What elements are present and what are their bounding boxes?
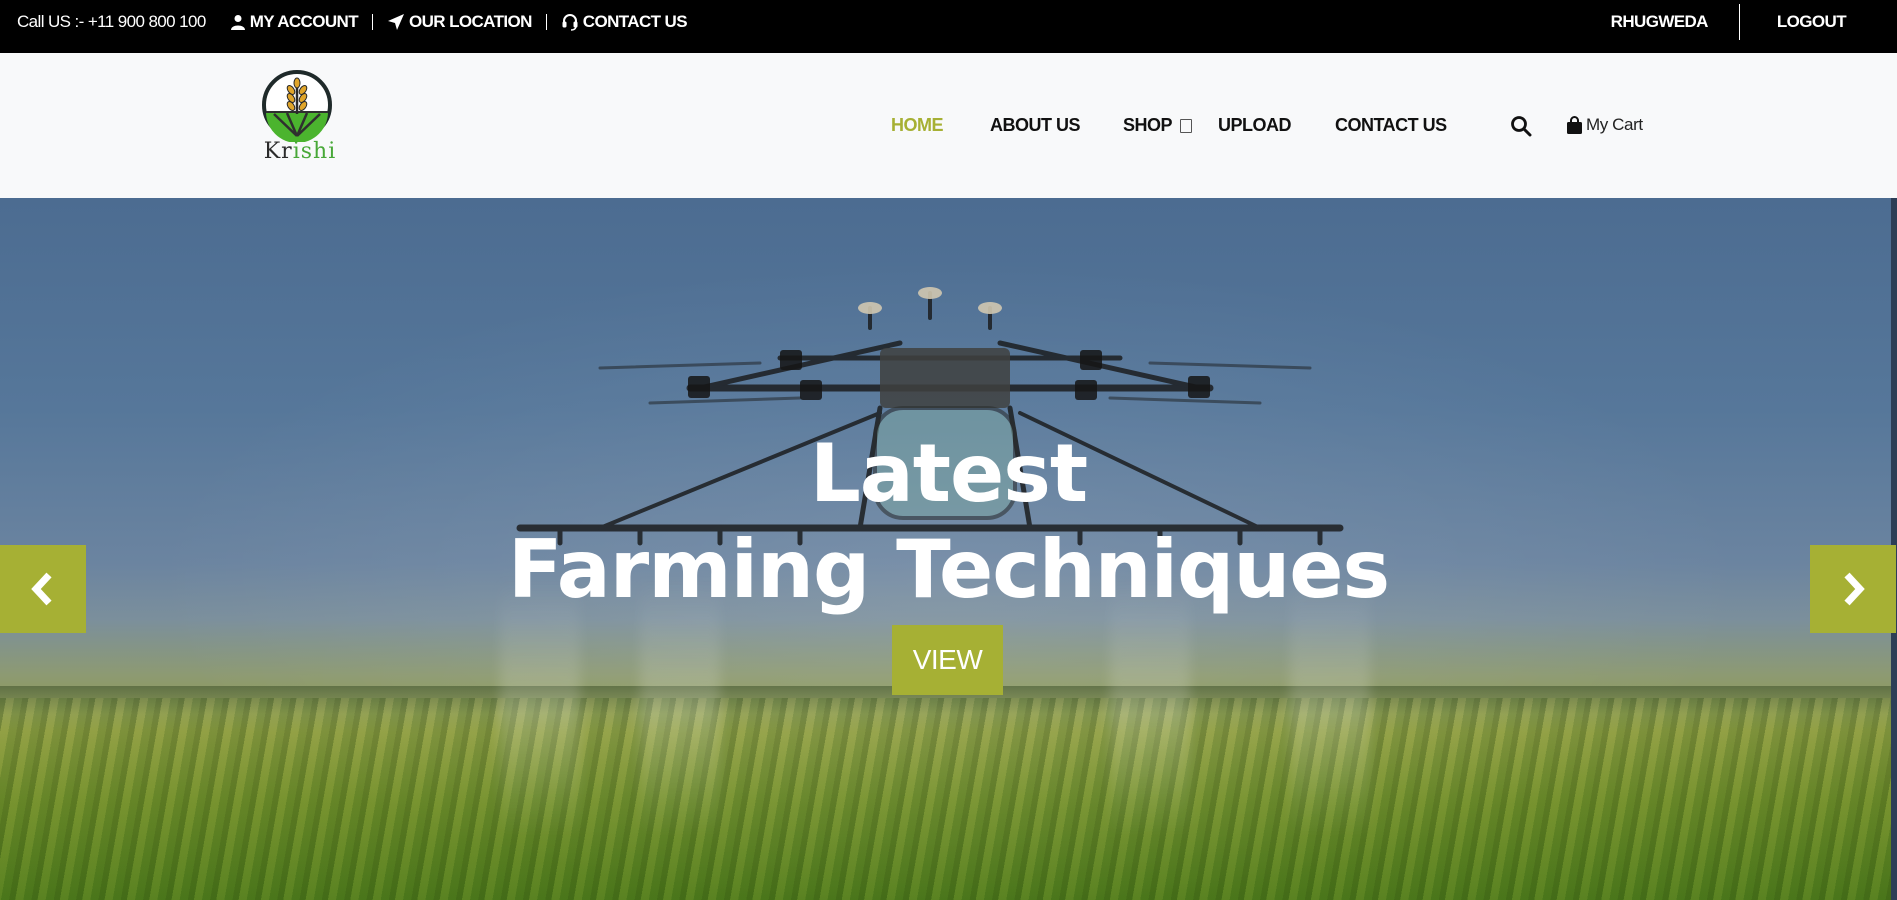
slider-prev-button[interactable] [0,545,86,633]
chevron-right-icon [1844,572,1865,606]
divider [371,14,373,30]
hero-slider: Latest Farming Techniques VIEW [0,198,1897,900]
contact-us-label: CONTACT US [582,12,688,31]
chevron-left-icon [31,572,52,606]
nav-home[interactable]: HOME [891,115,944,136]
divider [1738,4,1740,40]
my-account-label: MY ACCOUNT [249,12,359,31]
headset-icon [562,14,578,31]
top-bar-left: Call US :- +11 900 800 100 MY ACCOUNT OU… [17,0,688,44]
hero-heading: Latest Farming Techniques [0,426,1897,618]
hero-heading-line-2: Farming Techniques [507,523,1390,616]
search-icon [1511,116,1532,137]
slider-next-button[interactable] [1810,545,1896,633]
cart-label: My Cart [1586,115,1643,134]
shopping-bag-icon [1567,115,1582,134]
hero-heading-line-1: Latest [809,427,1088,520]
contact-us-link[interactable]: CONTACT US [561,12,688,32]
main-nav: HOME ABOUT US SHOP UPLOAD CONTACT US My … [0,53,1897,198]
nav-about-us[interactable]: ABOUT US [990,115,1081,136]
header: Krishi HOME ABOUT US SHOP UPLOAD CONTACT… [0,53,1897,198]
phone-number: Call US :- +11 900 800 100 [17,12,206,31]
username-link[interactable]: RHUGWEDA [1611,12,1709,32]
dropdown-icon[interactable] [1180,119,1192,133]
nav-contact-us[interactable]: CONTACT US [1335,115,1447,136]
our-location-link[interactable]: OUR LOCATION [387,12,532,32]
nav-upload[interactable]: UPLOAD [1218,115,1292,136]
divider [545,14,547,30]
location-arrow-icon [387,14,404,30]
our-location-label: OUR LOCATION [408,12,532,31]
logout-link[interactable]: LOGOUT [1777,12,1847,32]
cart-link[interactable]: My Cart [1566,115,1643,135]
my-account-link[interactable]: MY ACCOUNT [230,12,359,32]
nav-shop[interactable]: SHOP [1123,115,1173,136]
top-bar: Call US :- +11 900 800 100 MY ACCOUNT OU… [0,0,1897,53]
search-button[interactable] [1510,115,1532,137]
top-bar-right: RHUGWEDA LOGOUT [1611,0,1897,44]
view-button[interactable]: VIEW [892,625,1003,695]
user-icon [230,15,245,30]
